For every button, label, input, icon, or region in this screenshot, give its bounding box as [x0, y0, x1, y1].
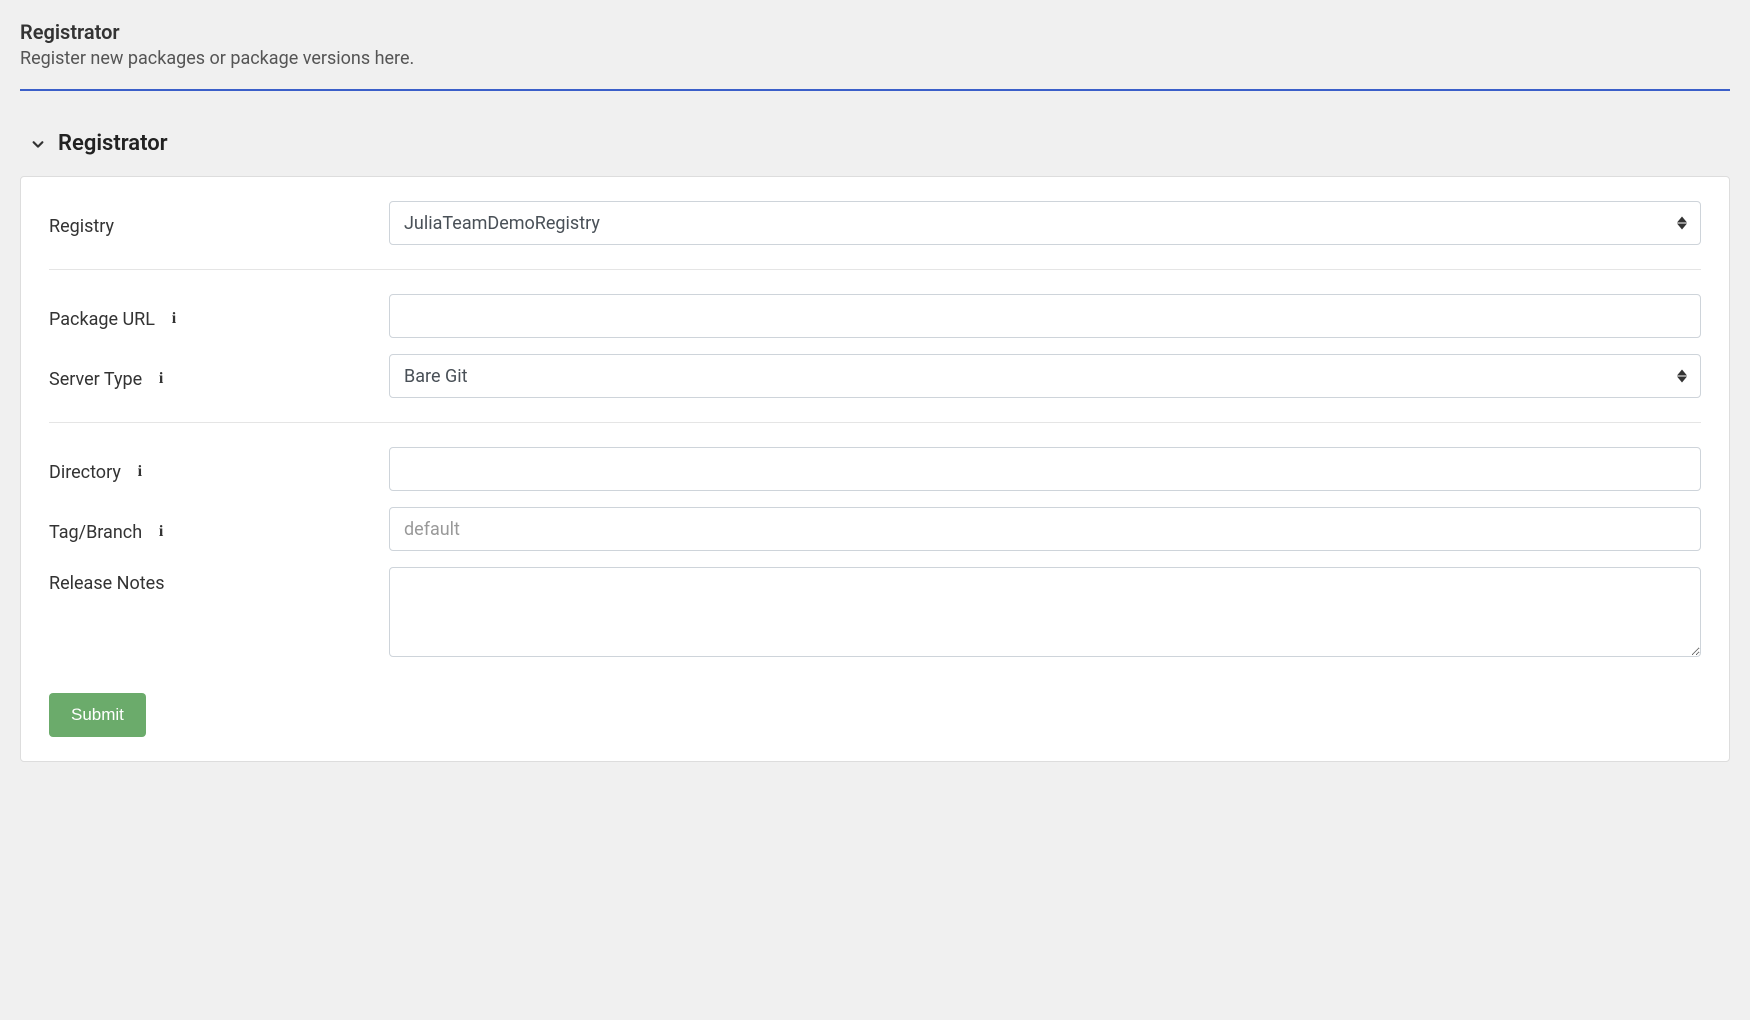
info-icon[interactable]: i: [169, 312, 179, 326]
server-type-label: Server Type i: [49, 363, 389, 390]
server-type-row: Server Type i Bare Git: [49, 354, 1701, 398]
tag-branch-input[interactable]: [389, 507, 1701, 551]
chevron-down-icon: [30, 136, 46, 152]
directory-input[interactable]: [389, 447, 1701, 491]
server-type-select-wrapper: Bare Git: [389, 354, 1701, 398]
registry-row: Registry JuliaTeamDemoRegistry: [49, 201, 1701, 245]
section-header[interactable]: Registrator: [20, 131, 1730, 156]
release-notes-textarea[interactable]: [389, 567, 1701, 657]
package-url-input[interactable]: [389, 294, 1701, 338]
registry-select-wrapper: JuliaTeamDemoRegistry: [389, 201, 1701, 245]
submit-button[interactable]: Submit: [49, 693, 146, 737]
tag-branch-row: Tag/Branch i: [49, 507, 1701, 551]
release-notes-label: Release Notes: [49, 567, 389, 594]
section-title: Registrator: [58, 131, 168, 156]
info-icon[interactable]: i: [156, 525, 166, 539]
page-header: Registrator Register new packages or pac…: [20, 20, 1730, 81]
info-icon[interactable]: i: [156, 372, 166, 386]
directory-label: Directory i: [49, 456, 389, 483]
page-subtitle: Register new packages or package version…: [20, 48, 1730, 69]
server-type-select[interactable]: Bare Git: [389, 354, 1701, 398]
info-icon[interactable]: i: [135, 465, 145, 479]
header-divider: [20, 89, 1730, 91]
form-card: Registry JuliaTeamDemoRegistry Package U…: [20, 176, 1730, 762]
form-divider: [49, 422, 1701, 423]
page-title: Registrator: [20, 20, 1730, 44]
tag-branch-label: Tag/Branch i: [49, 516, 389, 543]
package-url-label: Package URL i: [49, 303, 389, 330]
registry-label: Registry: [49, 210, 389, 237]
registry-select[interactable]: JuliaTeamDemoRegistry: [389, 201, 1701, 245]
form-divider: [49, 269, 1701, 270]
release-notes-row: Release Notes: [49, 567, 1701, 657]
directory-row: Directory i: [49, 447, 1701, 491]
package-url-row: Package URL i: [49, 294, 1701, 338]
